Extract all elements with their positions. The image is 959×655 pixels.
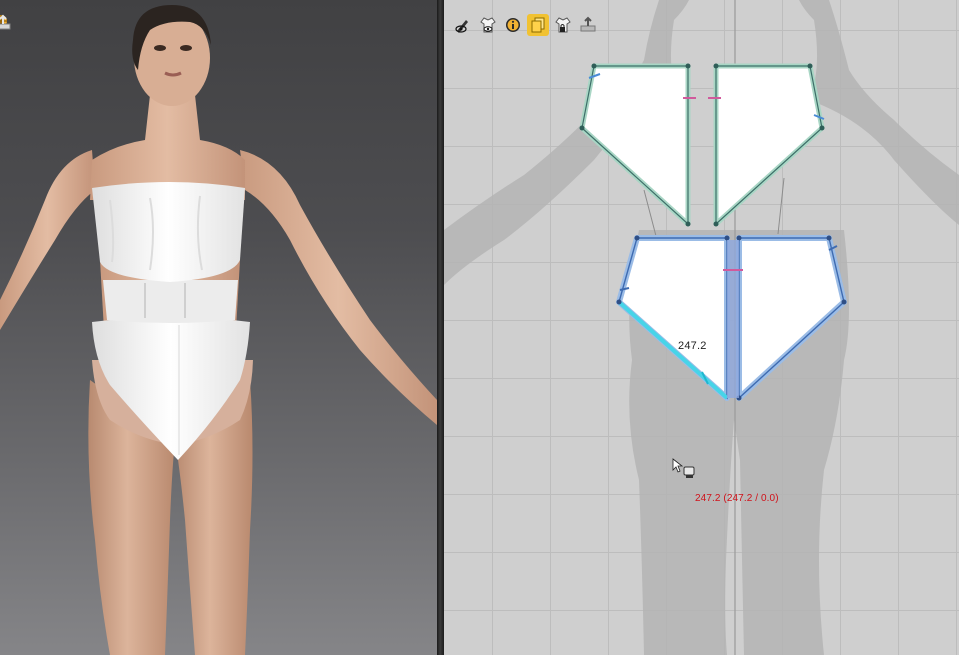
measurement-readout: 247.2 (247.2 / 0.0) xyxy=(695,493,779,504)
export-icon[interactable] xyxy=(0,14,48,38)
2d-pattern-window[interactable]: 247.2 247.2 (247.2 / 0.0) xyxy=(444,0,959,655)
pattern-window-toolbar xyxy=(452,14,599,36)
viewport-splitter[interactable] xyxy=(437,0,444,655)
garment-lock-icon[interactable] xyxy=(552,14,574,36)
pen-eye-icon[interactable] xyxy=(452,14,474,36)
avatar-3d xyxy=(0,5,437,655)
export-icon[interactable] xyxy=(577,14,599,36)
pattern-piece-top-right xyxy=(708,63,825,227)
3d-viewport[interactable] xyxy=(0,0,437,655)
center-seam xyxy=(727,240,739,398)
sewing-cursor-icon xyxy=(672,458,698,487)
viewport-3d-toolbar xyxy=(0,14,48,38)
pattern-copy-icon[interactable] xyxy=(527,14,549,36)
info-icon[interactable] xyxy=(502,14,524,36)
pattern-canvas xyxy=(444,0,959,655)
garment-eye-icon[interactable] xyxy=(477,14,499,36)
segment-length-label: 247.2 xyxy=(678,340,707,352)
